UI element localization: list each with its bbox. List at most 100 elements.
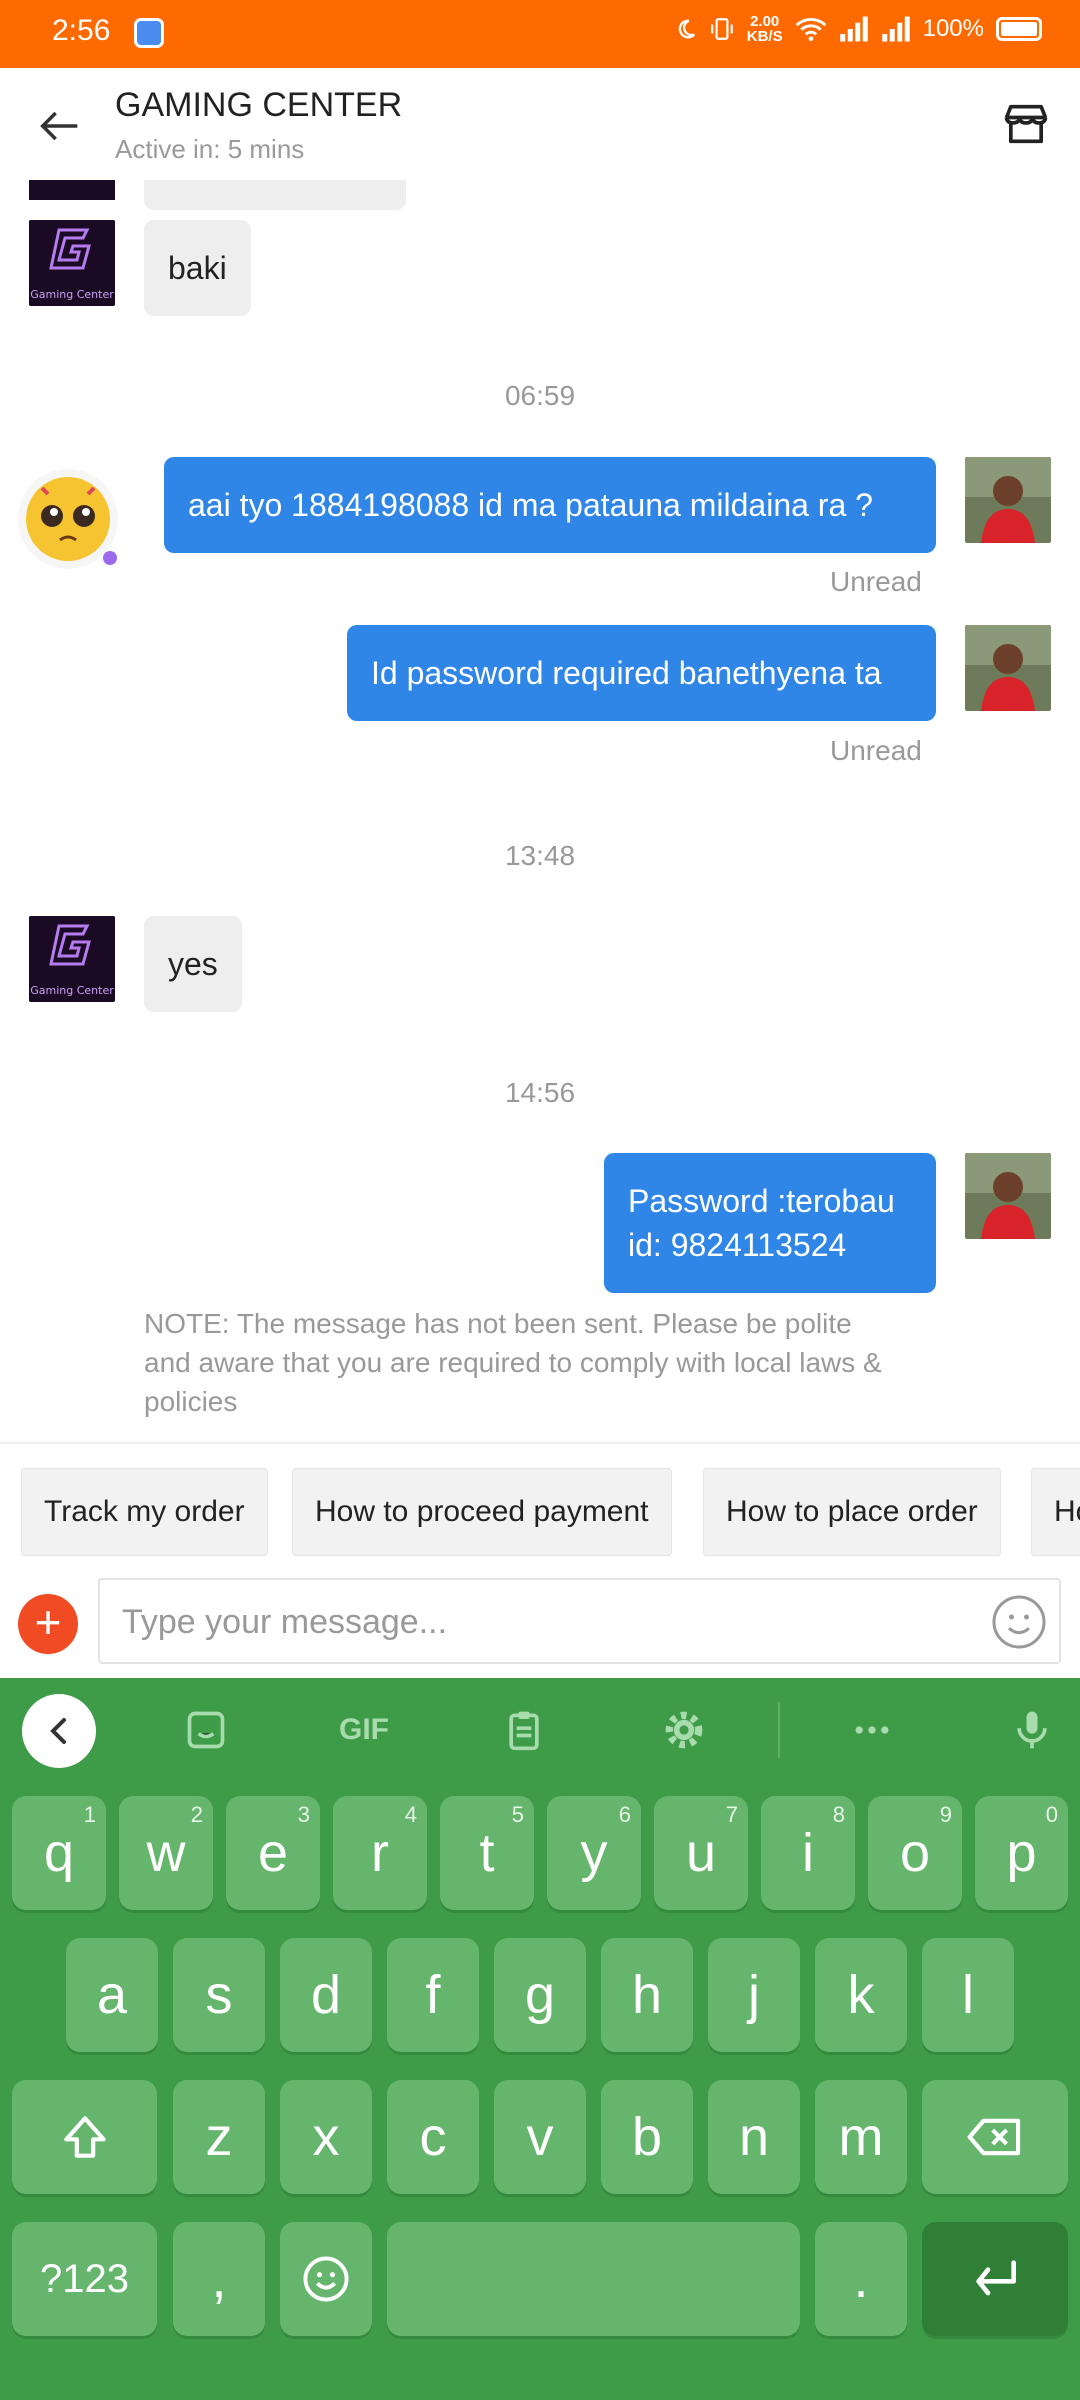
wifi-icon xyxy=(795,18,826,42)
gaming-center-logo-icon: Gaming Center xyxy=(29,916,115,1002)
more-icon[interactable] xyxy=(842,1700,902,1760)
gaming-center-logo-icon: Gaming Center xyxy=(29,220,115,306)
svg-text:Gaming Center: Gaming Center xyxy=(30,288,114,301)
key-m[interactable]: m xyxy=(815,2080,907,2194)
smiley-icon xyxy=(303,2256,349,2302)
message-text-line: id: 9824113524 xyxy=(628,1227,847,1263)
chat-header: GAMING CENTER Active in: 5 mins xyxy=(0,68,1080,180)
backspace-icon xyxy=(967,2118,1021,2156)
key-s[interactable]: s xyxy=(173,1938,265,2052)
back-arrow-icon[interactable] xyxy=(34,100,86,152)
key-j[interactable]: j xyxy=(708,1938,800,2052)
quick-replies: Track my order How to proceed payment Ho… xyxy=(0,1442,1080,1574)
message-text: Id password required banethyena ta xyxy=(371,654,882,691)
status-icons: 2.00 KB/S 100% xyxy=(675,14,1042,44)
enter-key[interactable] xyxy=(922,2222,1068,2336)
message-text: baki xyxy=(168,249,227,286)
timestamp: 06:59 xyxy=(504,380,576,411)
mic-icon[interactable] xyxy=(1002,1700,1062,1760)
message-bubble-outgoing[interactable]: Id password required banethyena ta xyxy=(347,625,936,721)
key-y[interactable]: y6 xyxy=(547,1796,641,1910)
quick-reply-track-order[interactable]: Track my order xyxy=(21,1468,268,1556)
message-list[interactable]: Gaming Center baki 06:59 aai tyo 1884198… xyxy=(0,180,1080,1442)
key-a[interactable]: a xyxy=(66,1938,158,2052)
user-avatar xyxy=(965,457,1051,543)
message-input[interactable] xyxy=(122,1592,942,1652)
key-x[interactable]: x xyxy=(280,2080,372,2194)
key-f[interactable]: f xyxy=(387,1938,479,2052)
key-o[interactable]: o9 xyxy=(868,1796,962,1910)
key-k[interactable]: k xyxy=(815,1938,907,2052)
key-b[interactable]: b xyxy=(601,2080,693,2194)
store-icon[interactable] xyxy=(1000,98,1052,150)
shift-icon xyxy=(63,2116,106,2158)
soft-keyboard: GIF q1 w2 e3 r4 t5 y6 u7 i8 o9 p0 a s d … xyxy=(0,1678,1080,2400)
space-key[interactable] xyxy=(387,2222,800,2336)
message-bubble-incoming[interactable]: yes xyxy=(144,916,242,1012)
sticker-icon[interactable] xyxy=(176,1700,236,1760)
key-h[interactable]: h xyxy=(601,1938,693,2052)
emoji-key[interactable] xyxy=(280,2222,372,2336)
backspace-key[interactable] xyxy=(922,2080,1068,2194)
message-field-container xyxy=(98,1578,1061,1664)
user-avatar xyxy=(965,1153,1051,1239)
key-t[interactable]: t5 xyxy=(440,1796,534,1910)
battery-percent: 100% xyxy=(922,15,984,42)
message-bubble-outgoing[interactable]: Password :terobau id: 9824113524 xyxy=(604,1153,936,1293)
shift-key[interactable] xyxy=(12,2080,157,2194)
message-bubble-outgoing[interactable]: aai tyo 1884198088 id ma patauna mildain… xyxy=(164,457,936,553)
gif-button[interactable]: GIF xyxy=(334,1700,394,1760)
moon-icon xyxy=(678,19,695,39)
shop-avatar: Gaming Center xyxy=(29,916,115,1002)
shop-name: GAMING CENTER xyxy=(115,86,403,124)
quick-reply-more[interactable]: Ho xyxy=(1031,1468,1080,1556)
key-u[interactable]: u7 xyxy=(654,1796,748,1910)
vibrate-icon xyxy=(710,18,733,40)
key-q[interactable]: q1 xyxy=(12,1796,106,1910)
key-w[interactable]: w2 xyxy=(119,1796,213,1910)
battery-icon xyxy=(996,17,1042,41)
message-bubble-incoming[interactable]: baki xyxy=(144,220,251,316)
toolbar-divider xyxy=(778,1702,780,1758)
key-r[interactable]: r4 xyxy=(333,1796,427,1910)
read-status: Unread xyxy=(830,566,922,597)
key-e[interactable]: e3 xyxy=(226,1796,320,1910)
timestamp: 14:56 xyxy=(504,1077,576,1108)
key-z[interactable]: z xyxy=(173,2080,265,2194)
message-text: aai tyo 1884198088 id ma patauna mildain… xyxy=(188,486,873,523)
emoji-icon[interactable] xyxy=(989,1592,1049,1652)
symbols-key[interactable]: ?123 xyxy=(12,2222,157,2336)
keyboard-toolbar: GIF xyxy=(0,1678,1080,1782)
key-l[interactable]: l xyxy=(922,1938,1014,2052)
shop-avatar xyxy=(29,180,115,200)
message-text: yes xyxy=(168,945,218,982)
key-n[interactable]: n xyxy=(708,2080,800,2194)
comma-key[interactable]: , xyxy=(173,2222,265,2336)
user-avatar xyxy=(965,625,1051,711)
quick-reply-place-order[interactable]: How to place order xyxy=(703,1468,1001,1556)
key-d[interactable]: d xyxy=(280,1938,372,2052)
status-time: 2:56 xyxy=(52,14,111,47)
period-key[interactable]: . xyxy=(815,2222,907,2336)
gear-icon[interactable] xyxy=(654,1700,714,1760)
clipboard-icon[interactable] xyxy=(494,1700,554,1760)
key-g[interactable]: g xyxy=(494,1938,586,2052)
unsent-note: NOTE: The message has not been sent. Ple… xyxy=(144,1308,882,1417)
message-text-line: Password :terobau xyxy=(628,1183,895,1219)
message-bubble-incoming[interactable] xyxy=(144,180,406,210)
key-c[interactable]: c xyxy=(387,2080,479,2194)
app-notification-icon xyxy=(134,18,164,48)
signal-icon xyxy=(839,16,868,42)
quick-reply-payment[interactable]: How to proceed payment xyxy=(292,1468,672,1556)
signal-icon xyxy=(881,16,910,42)
chevron-left-icon[interactable] xyxy=(22,1694,96,1768)
timestamp: 13:48 xyxy=(504,840,576,871)
active-status: Active in: 5 mins xyxy=(115,134,305,164)
key-p[interactable]: p0 xyxy=(975,1796,1068,1910)
plus-icon[interactable]: + xyxy=(18,1594,78,1654)
key-i[interactable]: i8 xyxy=(761,1796,855,1910)
composer: + xyxy=(0,1574,1080,1678)
enter-icon xyxy=(976,2260,1016,2296)
key-v[interactable]: v xyxy=(494,2080,586,2194)
net-speed: 2.00 KB/S xyxy=(746,13,783,45)
